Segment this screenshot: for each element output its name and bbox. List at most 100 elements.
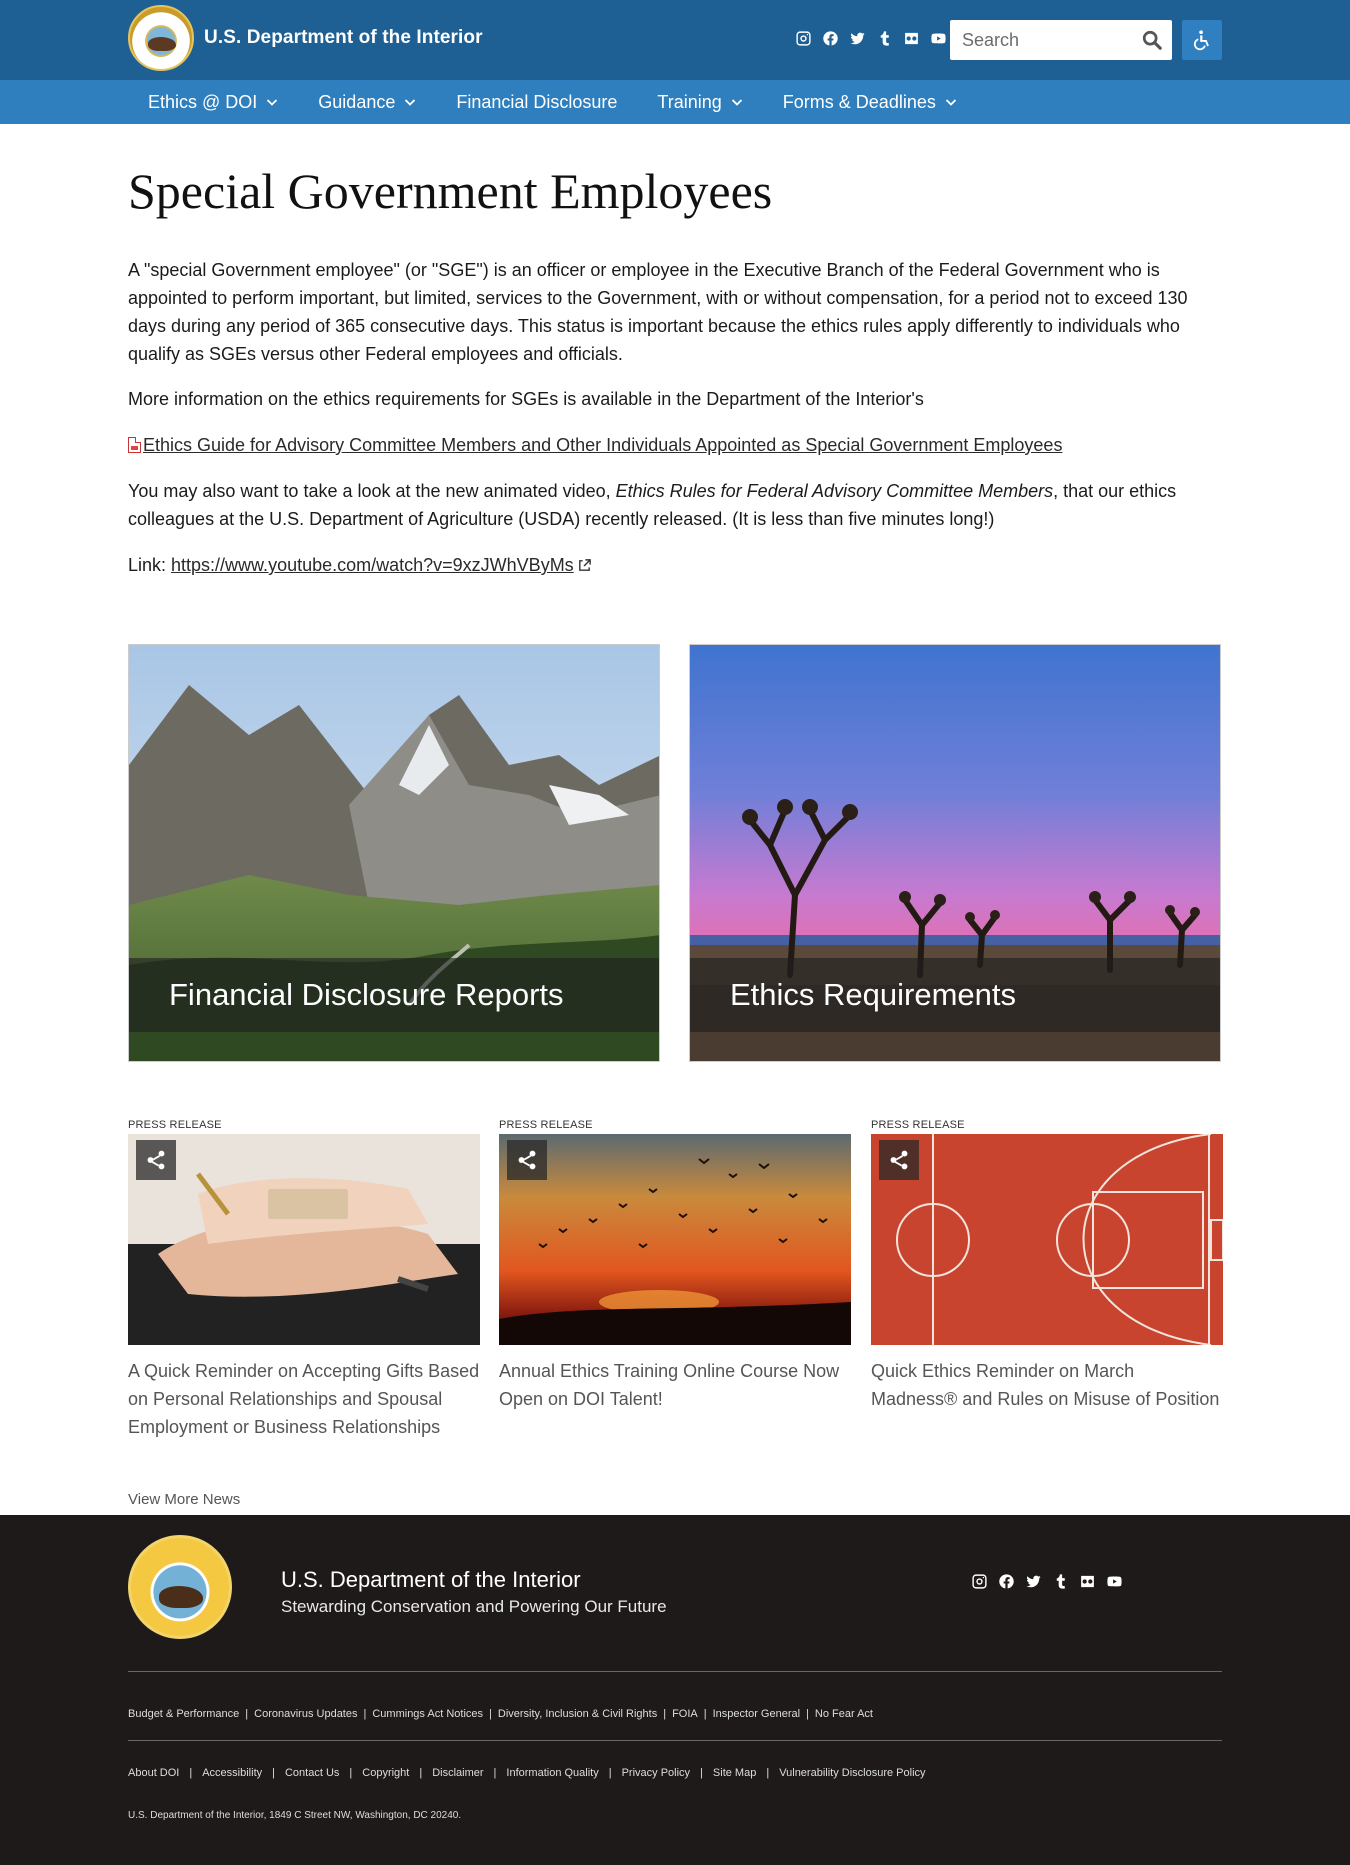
nav-item-label: Guidance bbox=[318, 91, 396, 112]
footer-divider bbox=[128, 1740, 1222, 1741]
facebook-icon[interactable] bbox=[822, 30, 839, 47]
youtube-icon[interactable] bbox=[1106, 1573, 1123, 1590]
nav-item-training[interactable]: Training bbox=[637, 80, 762, 124]
news-card: PRESS RELEASE A Quick Reminder on Accept… bbox=[128, 1119, 480, 1441]
footer-link[interactable]: No Fear Act bbox=[815, 1708, 873, 1720]
footer-link[interactable]: Budget & Performance bbox=[128, 1708, 239, 1720]
feature-card-financial-disclosure[interactable]: Financial Disclosure Reports bbox=[128, 644, 660, 1062]
accessibility-icon bbox=[1193, 30, 1209, 51]
youtube-video-link[interactable]: https://www.youtube.com/watch?v=9xzJWhVB… bbox=[171, 555, 574, 575]
footer-link[interactable]: Privacy Policy bbox=[622, 1767, 690, 1779]
video-link-paragraph: Link: https://www.youtube.com/watch?v=9x… bbox=[128, 551, 1222, 579]
site-footer: U.S. Department of the Interior Stewardi… bbox=[0, 1515, 1350, 1865]
search-icon bbox=[1142, 30, 1162, 50]
footer-link[interactable]: Disclaimer bbox=[432, 1767, 483, 1779]
site-title: U.S. Department of the Interior bbox=[204, 27, 483, 48]
chevron-down-icon bbox=[405, 99, 416, 106]
link-separator: | bbox=[766, 1767, 770, 1779]
info-paragraph: More information on the ethics requireme… bbox=[128, 389, 924, 409]
page-title: Special Government Employees bbox=[128, 163, 773, 219]
feature-card-label: Ethics Requirements bbox=[690, 958, 1220, 1032]
footer-link[interactable]: Cummings Act Notices bbox=[372, 1708, 483, 1720]
footer-link[interactable]: Contact Us bbox=[285, 1767, 339, 1779]
share-icon bbox=[147, 1150, 165, 1170]
accessibility-button[interactable] bbox=[1182, 20, 1222, 60]
nav-item-label: Financial Disclosure bbox=[456, 91, 618, 112]
search-input[interactable] bbox=[950, 21, 1132, 59]
facebook-icon[interactable] bbox=[998, 1573, 1015, 1590]
tumblr-icon[interactable] bbox=[876, 30, 893, 47]
site-logo-link[interactable]: U.S. Department of the Interior bbox=[128, 5, 483, 71]
nav-item-label: Training bbox=[657, 91, 722, 112]
footer-org-name: U.S. Department of the Interior bbox=[281, 1567, 581, 1592]
news-title-link[interactable]: Annual Ethics Training Online Course Now… bbox=[499, 1357, 851, 1413]
link-separator: | bbox=[419, 1767, 423, 1779]
youtube-icon[interactable] bbox=[930, 30, 947, 47]
flickr-icon[interactable] bbox=[1079, 1573, 1096, 1590]
basketball-court-image bbox=[871, 1134, 1223, 1345]
link-separator: | bbox=[363, 1708, 367, 1720]
view-more-news-link[interactable]: View More News bbox=[128, 1491, 240, 1508]
video-paragraph-text: You may also want to take a look at the … bbox=[128, 481, 616, 501]
news-title-link[interactable]: Quick Ethics Reminder on March Madness® … bbox=[871, 1357, 1223, 1413]
footer-link[interactable]: Diversity, Inclusion & Civil Rights bbox=[498, 1708, 657, 1720]
link-separator: | bbox=[700, 1767, 703, 1779]
share-button[interactable] bbox=[879, 1140, 919, 1180]
news-kicker: PRESS RELEASE bbox=[871, 1119, 965, 1131]
link-separator: | bbox=[245, 1708, 249, 1720]
link-separator: | bbox=[272, 1767, 275, 1779]
video-paragraph: You may also want to take a look at the … bbox=[128, 477, 1222, 533]
share-icon bbox=[890, 1150, 908, 1170]
nav-item-guidance[interactable]: Guidance bbox=[298, 80, 436, 124]
footer-divider bbox=[128, 1671, 1222, 1672]
share-button[interactable] bbox=[507, 1140, 547, 1180]
link-separator: | bbox=[608, 1767, 612, 1779]
news-kicker: PRESS RELEASE bbox=[499, 1119, 593, 1131]
footer-link[interactable]: FOIA bbox=[672, 1708, 698, 1720]
external-link-icon bbox=[578, 559, 591, 571]
nav-item-ethics-doi[interactable]: Ethics @ DOI bbox=[128, 80, 298, 124]
footer-link[interactable]: Vulnerability Disclosure Policy bbox=[779, 1767, 925, 1779]
footer-links-row-1: Budget & Performance | Coronavirus Update… bbox=[128, 1708, 873, 1720]
link-label: Link: bbox=[128, 555, 172, 575]
link-separator: | bbox=[489, 1708, 492, 1720]
nav-item-financial-disclosure[interactable]: Financial Disclosure bbox=[436, 80, 637, 124]
footer-link[interactable]: Coronavirus Updates bbox=[254, 1708, 357, 1720]
chevron-down-icon bbox=[267, 99, 278, 106]
guide-paragraph: Ethics Guide for Advisory Committee Memb… bbox=[128, 431, 1222, 459]
nav-item-forms-deadlines[interactable]: Forms & Deadlines bbox=[763, 80, 977, 124]
share-button[interactable] bbox=[136, 1140, 176, 1180]
footer-link[interactable]: About DOI bbox=[128, 1767, 179, 1779]
footer-link[interactable]: Copyright bbox=[362, 1767, 409, 1779]
footer-tagline: Stewarding Conservation and Powering Our… bbox=[281, 1597, 667, 1616]
ethics-guide-link[interactable]: Ethics Guide for Advisory Committee Memb… bbox=[143, 435, 1062, 455]
news-image-sunset[interactable] bbox=[499, 1134, 851, 1345]
link-separator: | bbox=[806, 1708, 809, 1720]
footer-link[interactable]: Accessibility bbox=[202, 1767, 262, 1779]
news-title-link[interactable]: A Quick Reminder on Accepting Gifts Base… bbox=[128, 1357, 480, 1441]
footer-link[interactable]: Site Map bbox=[713, 1767, 756, 1779]
intro-paragraph: A "special Government employee" (or "SGE… bbox=[128, 260, 1188, 364]
gift-handoff-image bbox=[128, 1134, 480, 1345]
feature-card-label: Financial Disclosure Reports bbox=[129, 958, 659, 1032]
footer-doi-seal bbox=[128, 1535, 232, 1639]
flickr-icon[interactable] bbox=[903, 30, 920, 47]
pdf-icon bbox=[128, 437, 141, 453]
link-separator: | bbox=[703, 1708, 707, 1720]
instagram-icon[interactable] bbox=[971, 1573, 988, 1590]
feature-card-ethics-requirements[interactable]: Ethics Requirements bbox=[689, 644, 1221, 1062]
instagram-icon[interactable] bbox=[795, 30, 812, 47]
news-card: PRESS RELEASE Annual Ethics Training Onl… bbox=[499, 1119, 851, 1413]
link-separator: | bbox=[493, 1767, 497, 1779]
footer-link[interactable]: Information Quality bbox=[506, 1767, 598, 1779]
chevron-down-icon bbox=[945, 99, 956, 106]
main-navigation: Ethics @ DOI Guidance Financial Disclosu… bbox=[0, 80, 1350, 124]
search-button[interactable] bbox=[1132, 21, 1172, 59]
news-image-gift[interactable] bbox=[128, 1134, 480, 1345]
twitter-icon[interactable] bbox=[849, 30, 866, 47]
news-image-court[interactable] bbox=[871, 1134, 1223, 1345]
link-separator: | bbox=[189, 1767, 193, 1779]
tumblr-icon[interactable] bbox=[1052, 1573, 1069, 1590]
twitter-icon[interactable] bbox=[1025, 1573, 1042, 1590]
footer-link[interactable]: Inspector General bbox=[713, 1708, 800, 1720]
